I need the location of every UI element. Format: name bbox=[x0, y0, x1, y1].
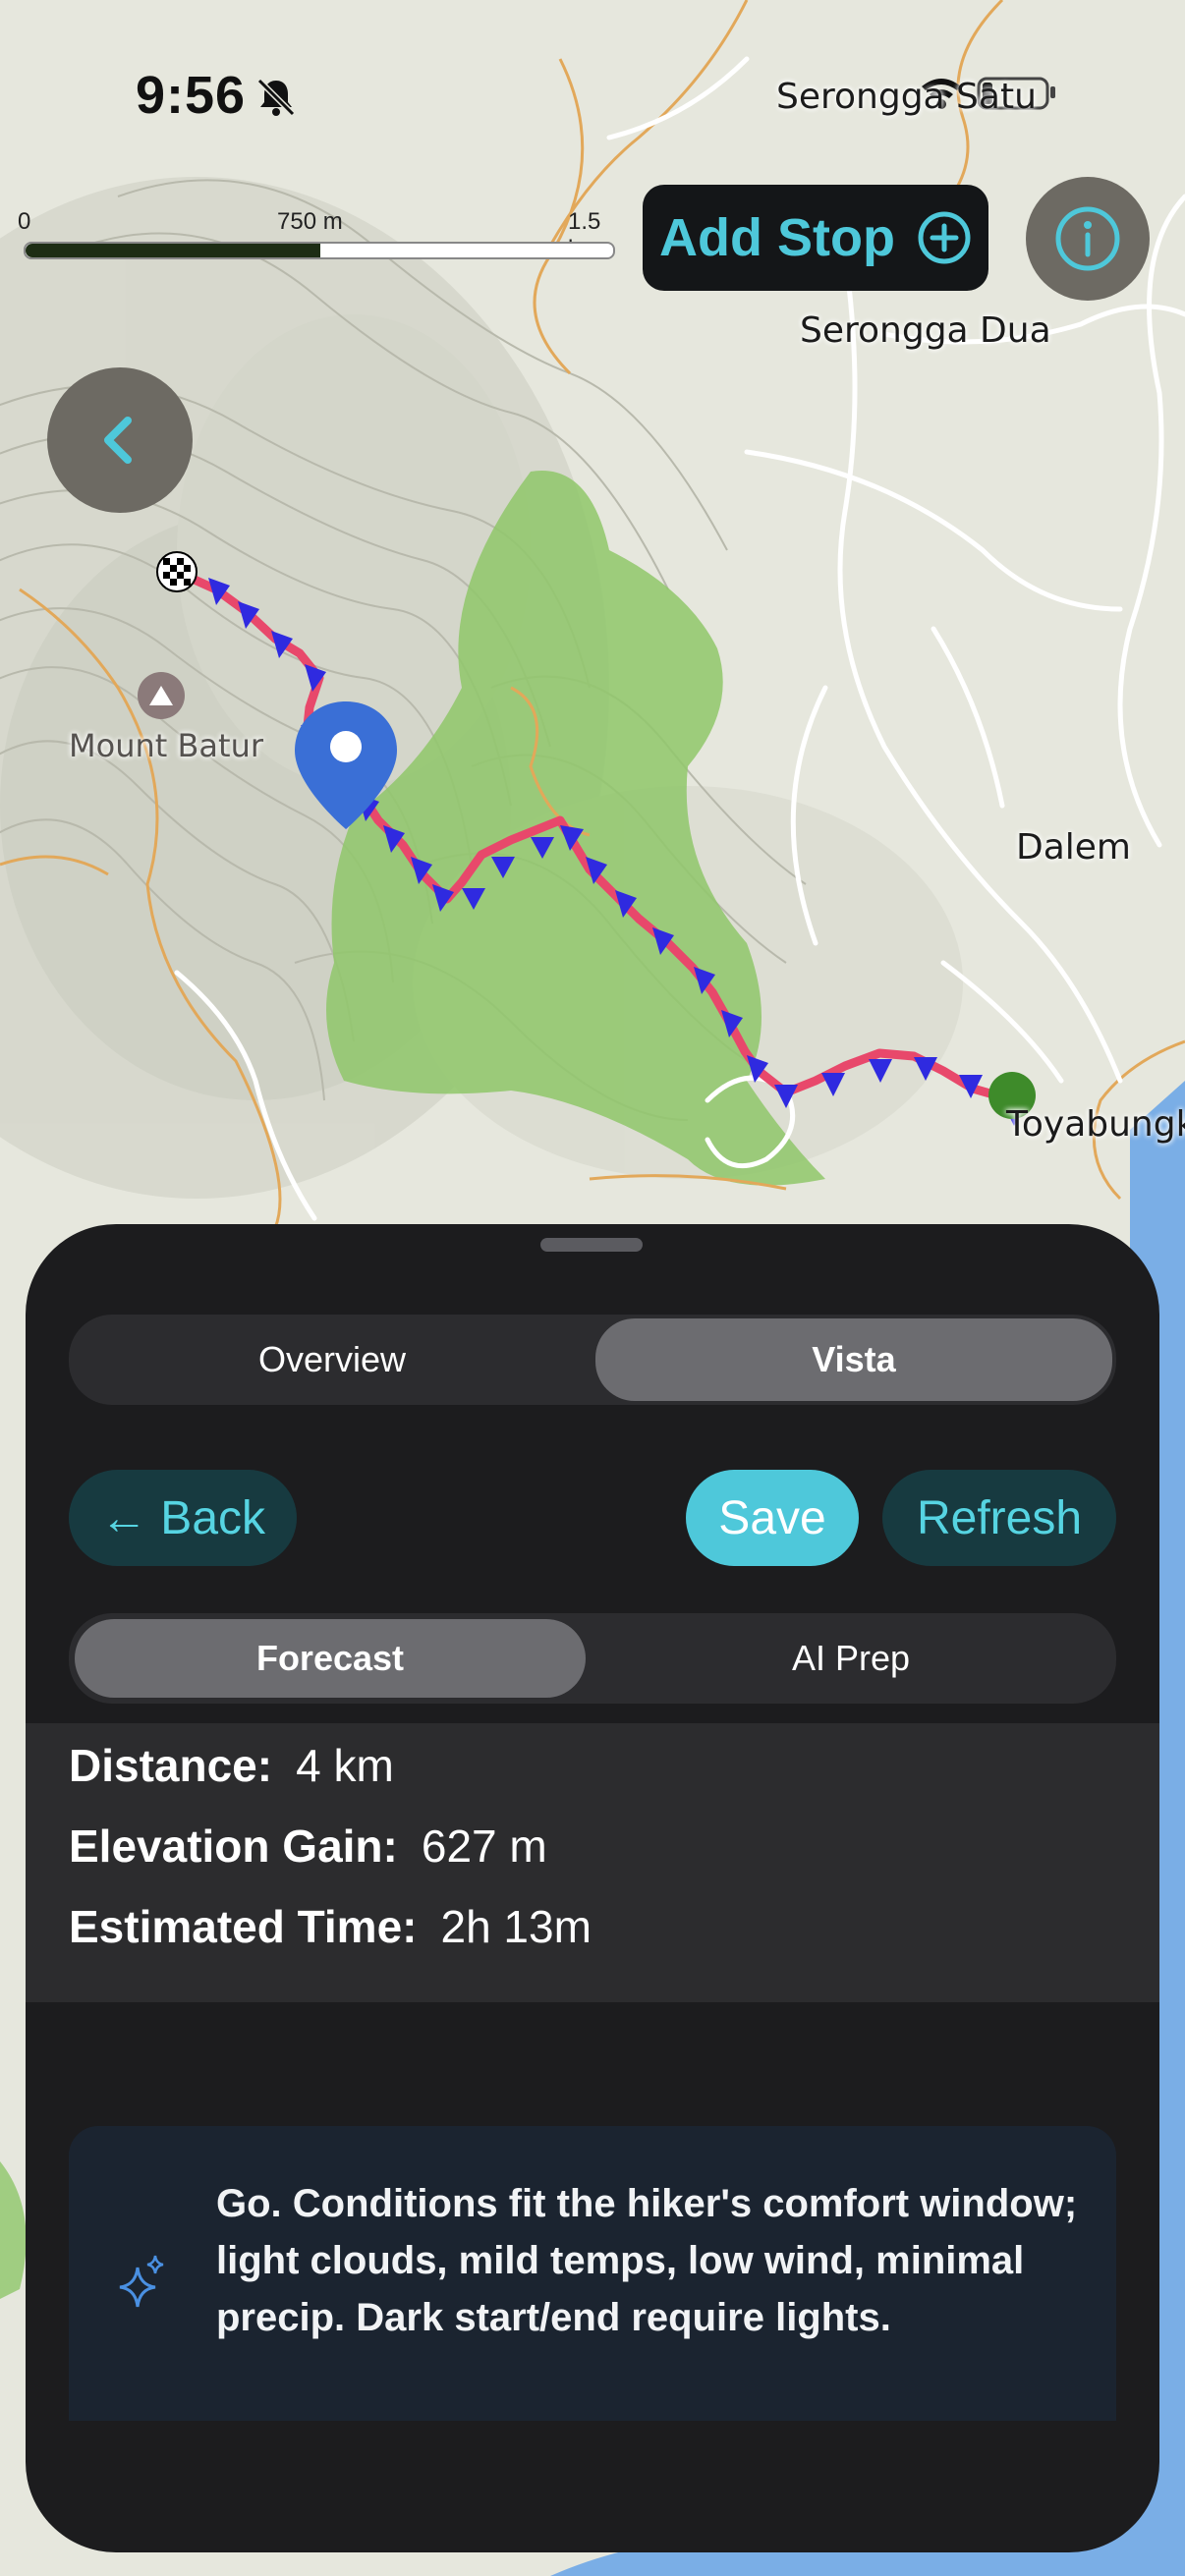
sparkles-icon bbox=[119, 2255, 164, 2308]
info-button[interactable] bbox=[1026, 177, 1150, 301]
map-scale-bar: 0 750 m 1.5 km bbox=[14, 208, 615, 267]
tab-overview[interactable]: Overview bbox=[73, 1318, 592, 1401]
main-tab-control: Overview Vista bbox=[69, 1315, 1116, 1405]
save-button[interactable]: Save bbox=[686, 1470, 859, 1566]
stat-time-value: 2h 13m bbox=[440, 1901, 592, 1952]
sub-tab-control: Forecast AI Prep bbox=[69, 1613, 1116, 1704]
map-label-dalem: Dalem bbox=[1016, 827, 1131, 868]
tab-vista[interactable]: Vista bbox=[595, 1318, 1112, 1401]
tab-forecast[interactable]: Forecast bbox=[75, 1619, 586, 1698]
map-label-mount-batur: Mount Batur bbox=[69, 727, 264, 764]
add-stop-button[interactable]: Add Stop bbox=[643, 185, 988, 291]
back-button[interactable]: ← Back bbox=[69, 1470, 297, 1566]
stat-time-label: Estimated Time: bbox=[69, 1901, 418, 1952]
sheet-grabber[interactable] bbox=[540, 1238, 643, 1252]
stat-elevation: Elevation Gain: 627 m bbox=[69, 1820, 547, 1873]
map-back-button[interactable] bbox=[47, 367, 193, 513]
info-icon bbox=[1055, 206, 1120, 271]
status-time: 9:56 bbox=[136, 66, 247, 125]
ai-summary-card: Go. Conditions fit the hiker's comfort w… bbox=[69, 2126, 1116, 2421]
stat-elevation-label: Elevation Gain: bbox=[69, 1820, 398, 1872]
plus-circle-icon bbox=[918, 211, 971, 264]
refresh-button[interactable]: Refresh bbox=[882, 1470, 1116, 1566]
bell-muted-icon bbox=[256, 78, 296, 117]
map-label-serongga-satu: Serongga Satu bbox=[776, 77, 1037, 117]
stat-distance-value: 4 km bbox=[296, 1740, 394, 1791]
ai-summary-text: Go. Conditions fit the hiker's comfort w… bbox=[216, 2182, 1078, 2339]
stat-distance-label: Distance: bbox=[69, 1740, 273, 1791]
map-label-toyabungkah: Toyabungk bbox=[1006, 1104, 1185, 1145]
stat-distance: Distance: 4 km bbox=[69, 1739, 394, 1792]
stat-elevation-value: 627 m bbox=[421, 1820, 547, 1872]
route-stats: Distance: 4 km Elevation Gain: 627 m Estim… bbox=[26, 1723, 1159, 2002]
add-stop-label: Add Stop bbox=[659, 208, 895, 267]
chevron-left-icon bbox=[104, 417, 132, 464]
map-label-serongga-dua: Serongga Dua bbox=[800, 310, 1051, 351]
scale-label-start: 0 bbox=[18, 208, 31, 235]
tab-ai-prep[interactable]: AI Prep bbox=[592, 1619, 1110, 1698]
scale-label-mid: 750 m bbox=[277, 208, 343, 235]
bottom-sheet: Overview Vista ← Back Save Refresh Forec… bbox=[26, 1224, 1159, 2552]
stat-time: Estimated Time: 2h 13m bbox=[69, 1900, 592, 1953]
peak-icon bbox=[138, 672, 185, 719]
